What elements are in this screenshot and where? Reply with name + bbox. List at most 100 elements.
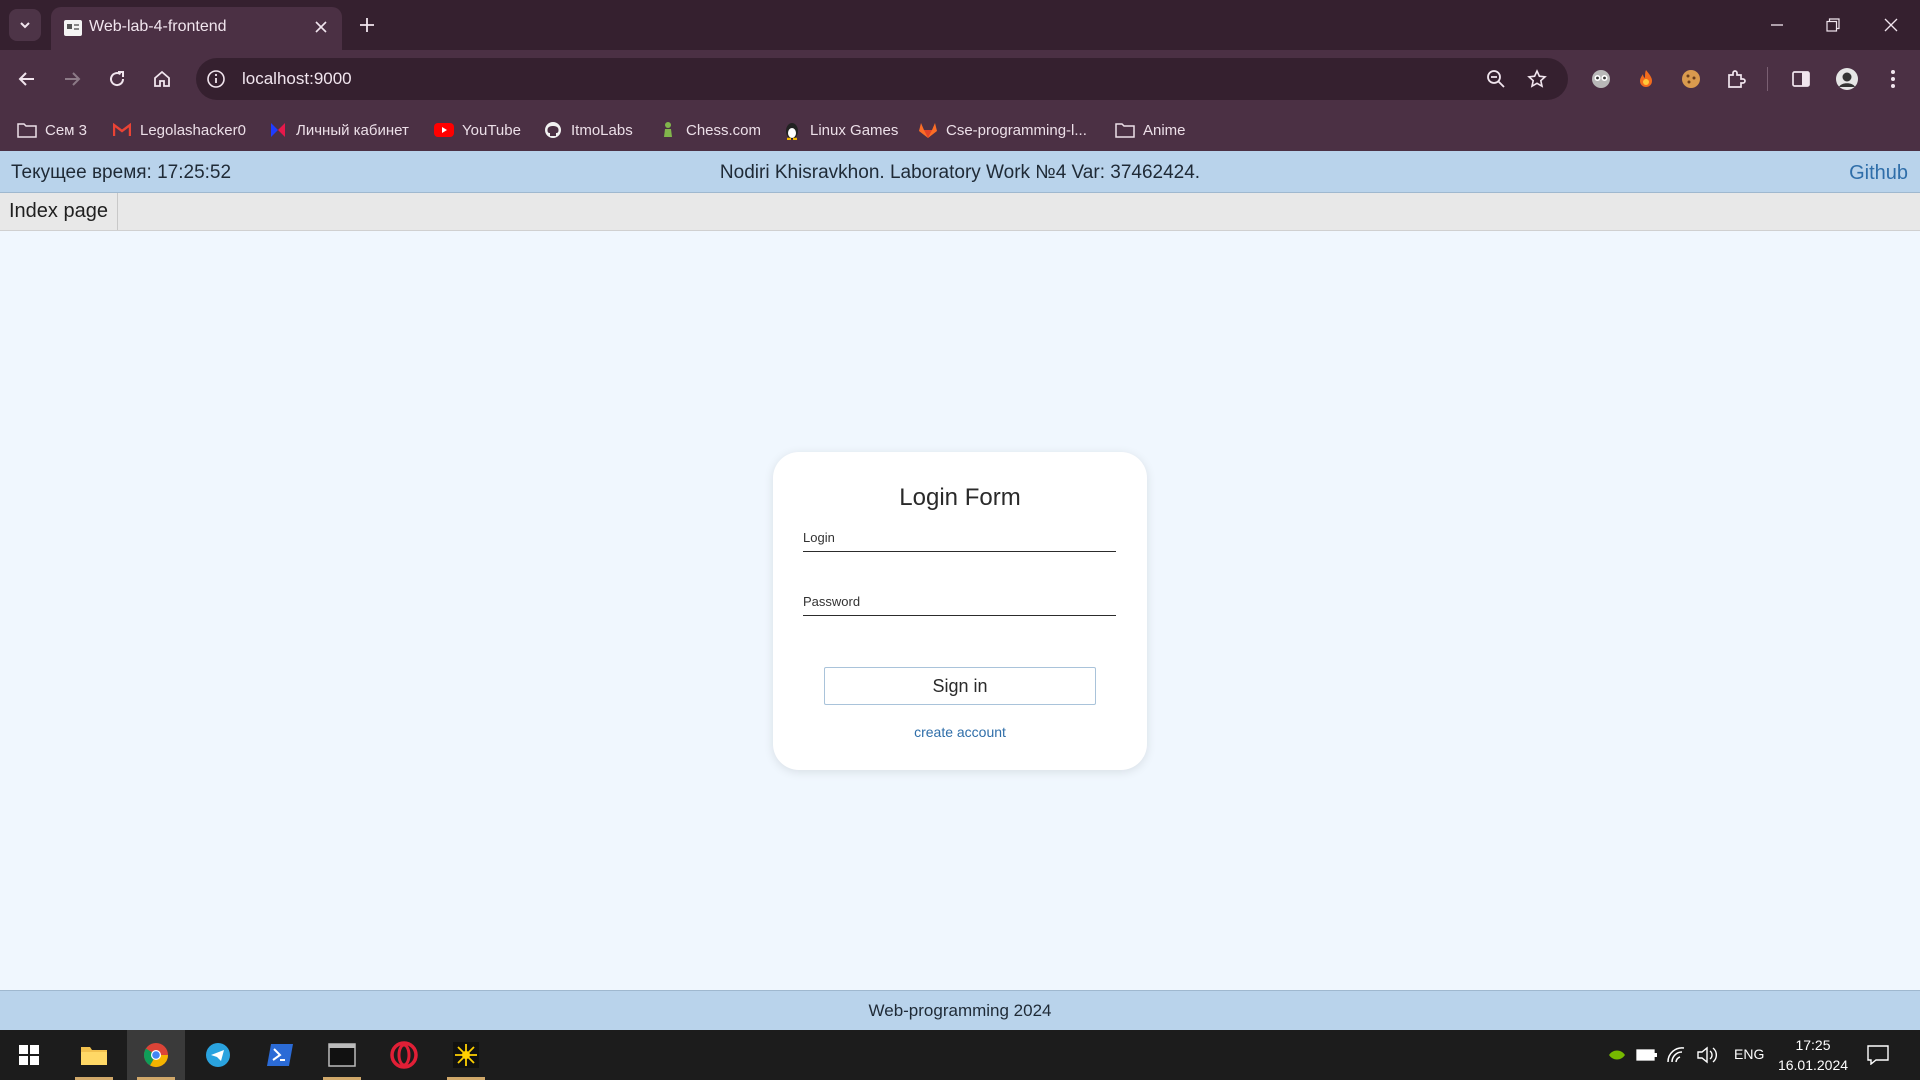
nav-bar: Index page [0,193,1920,231]
profile-button[interactable] [1830,62,1864,96]
taskbar-terminal[interactable] [313,1030,371,1080]
site-info-button[interactable] [204,67,228,91]
bookmark-label: Сем 3 [45,121,87,139]
folder-icon [81,1047,107,1065]
github-link[interactable]: Github [1849,162,1908,185]
side-panel-button[interactable] [1784,62,1818,96]
password-input[interactable] [803,594,1116,609]
restore-icon [1826,18,1840,32]
reload-button[interactable] [100,62,134,96]
zoom-button[interactable] [1483,66,1509,92]
forward-button[interactable] [55,62,89,96]
new-tab-button[interactable] [353,11,381,39]
extensions-button[interactable] [1719,62,1753,96]
page-footer: Web-programming 2024 [0,990,1920,1030]
taskbar-chrome[interactable] [127,1030,185,1080]
bookmark-folder-sem3[interactable]: Сем 3 [17,117,87,143]
taskbar-powershell[interactable] [251,1030,309,1080]
bookmark-legolashacker[interactable]: Legolashacker0 [112,117,246,143]
side-panel-icon [1792,71,1810,87]
extension-fire-button[interactable] [1629,62,1663,96]
sign-in-button[interactable]: Sign in [824,667,1096,705]
folder-icon [1115,120,1135,140]
action-center-button[interactable] [1864,1042,1892,1068]
taskbar-file-explorer[interactable] [65,1030,123,1080]
nav-index-page[interactable]: Index page [0,193,118,230]
login-form: Login Form Sign in create account [773,452,1147,770]
extension-cookie-button[interactable] [1674,62,1708,96]
url-text: localhost:9000 [242,69,352,88]
minimize-button[interactable] [1760,8,1794,42]
terminal-icon [328,1043,356,1067]
chrome-icon [144,1043,168,1068]
puzzle-icon [1728,70,1746,88]
powershell-icon [267,1044,293,1066]
itmo-icon [268,120,288,140]
taskbar-opera[interactable] [375,1030,433,1080]
chevron-down-icon [20,22,30,29]
bookmark-itmolabs[interactable]: ItmoLabs [543,117,633,143]
volume-icon [1697,1046,1717,1064]
fire-extension-icon [1640,70,1652,87]
login-field [803,518,1116,552]
taskbar-telegram[interactable] [189,1030,247,1080]
restore-button[interactable] [1816,8,1850,42]
opera-icon [390,1041,418,1069]
taskbar: ENG 17:25 16.01.2024 [0,1030,1920,1080]
bookmark-folder-anime[interactable]: Anime [1115,117,1186,143]
reload-icon [110,71,125,87]
zoom-out-icon [1487,70,1505,88]
address-bar[interactable]: localhost:9000 [196,58,1568,100]
extension-owl-button[interactable] [1584,62,1618,96]
info-icon [207,70,225,88]
taskbar-sun-app[interactable] [437,1030,495,1080]
cookie-extension-icon [1682,70,1700,88]
bookmark-cse-programming[interactable]: Cse-programming-l... [918,117,1087,143]
login-form-title: Login Form [899,484,1021,511]
tab-search-button[interactable] [9,9,41,41]
tray-volume[interactable] [1696,1043,1718,1067]
back-button[interactable] [10,62,44,96]
linux-icon [782,120,802,140]
start-button[interactable] [0,1030,58,1080]
bookmark-label: YouTube [462,121,521,139]
create-account-link[interactable]: create account [773,724,1147,740]
tab-close-button[interactable] [310,16,332,38]
github-icon [543,120,563,140]
battery-icon [1636,1049,1657,1061]
bookmark-label: Личный кабинет [296,121,409,139]
bookmark-label: Chess.com [686,121,762,139]
tray-clock[interactable]: 17:25 16.01.2024 [1774,1035,1852,1075]
bookmark-linux-games[interactable]: Linux Games [782,117,898,143]
avatar-icon [1836,68,1858,90]
bookmark-label: Cse-programming-l... [946,121,1087,139]
clock-time: 17:25 [1795,1037,1831,1053]
windows-icon [19,1045,39,1065]
gitlab-icon [918,120,938,140]
tray-battery[interactable] [1636,1043,1658,1067]
login-input[interactable] [803,530,1116,545]
bookmark-label: Linux Games [810,121,899,139]
bookmark-personal-cabinet[interactable]: Личный кабинет [268,117,409,143]
page-header: Текущее время: 17:25:52 Nodiri Khisravkh… [0,151,1920,193]
tray-nvidia[interactable] [1608,1043,1626,1067]
tray-network[interactable] [1666,1043,1686,1067]
browser-menu-button[interactable] [1876,62,1910,96]
page-title: Nodiri Khisravkhon. Laboratory Work №4 V… [719,162,1201,183]
tray-language[interactable]: ENG [1734,1046,1764,1062]
arrow-right-icon [65,72,81,86]
tab-title: Web-lab-4-frontend [89,18,227,35]
star-icon [1527,69,1547,88]
plus-icon [360,18,374,32]
bookmark-youtube[interactable]: YouTube [434,117,521,143]
gmail-icon [112,120,132,140]
notification-icon [1867,1045,1889,1065]
close-window-button[interactable] [1874,8,1908,42]
browser-tab[interactable]: Web-lab-4-frontend [51,7,342,50]
browser-tab-strip: Web-lab-4-frontend [0,0,1920,50]
nvidia-icon [1609,1050,1625,1060]
home-button[interactable] [145,62,179,96]
bookmark-star-button[interactable] [1524,66,1550,92]
minimize-icon [1771,24,1783,26]
bookmark-chess[interactable]: Chess.com [658,117,761,143]
